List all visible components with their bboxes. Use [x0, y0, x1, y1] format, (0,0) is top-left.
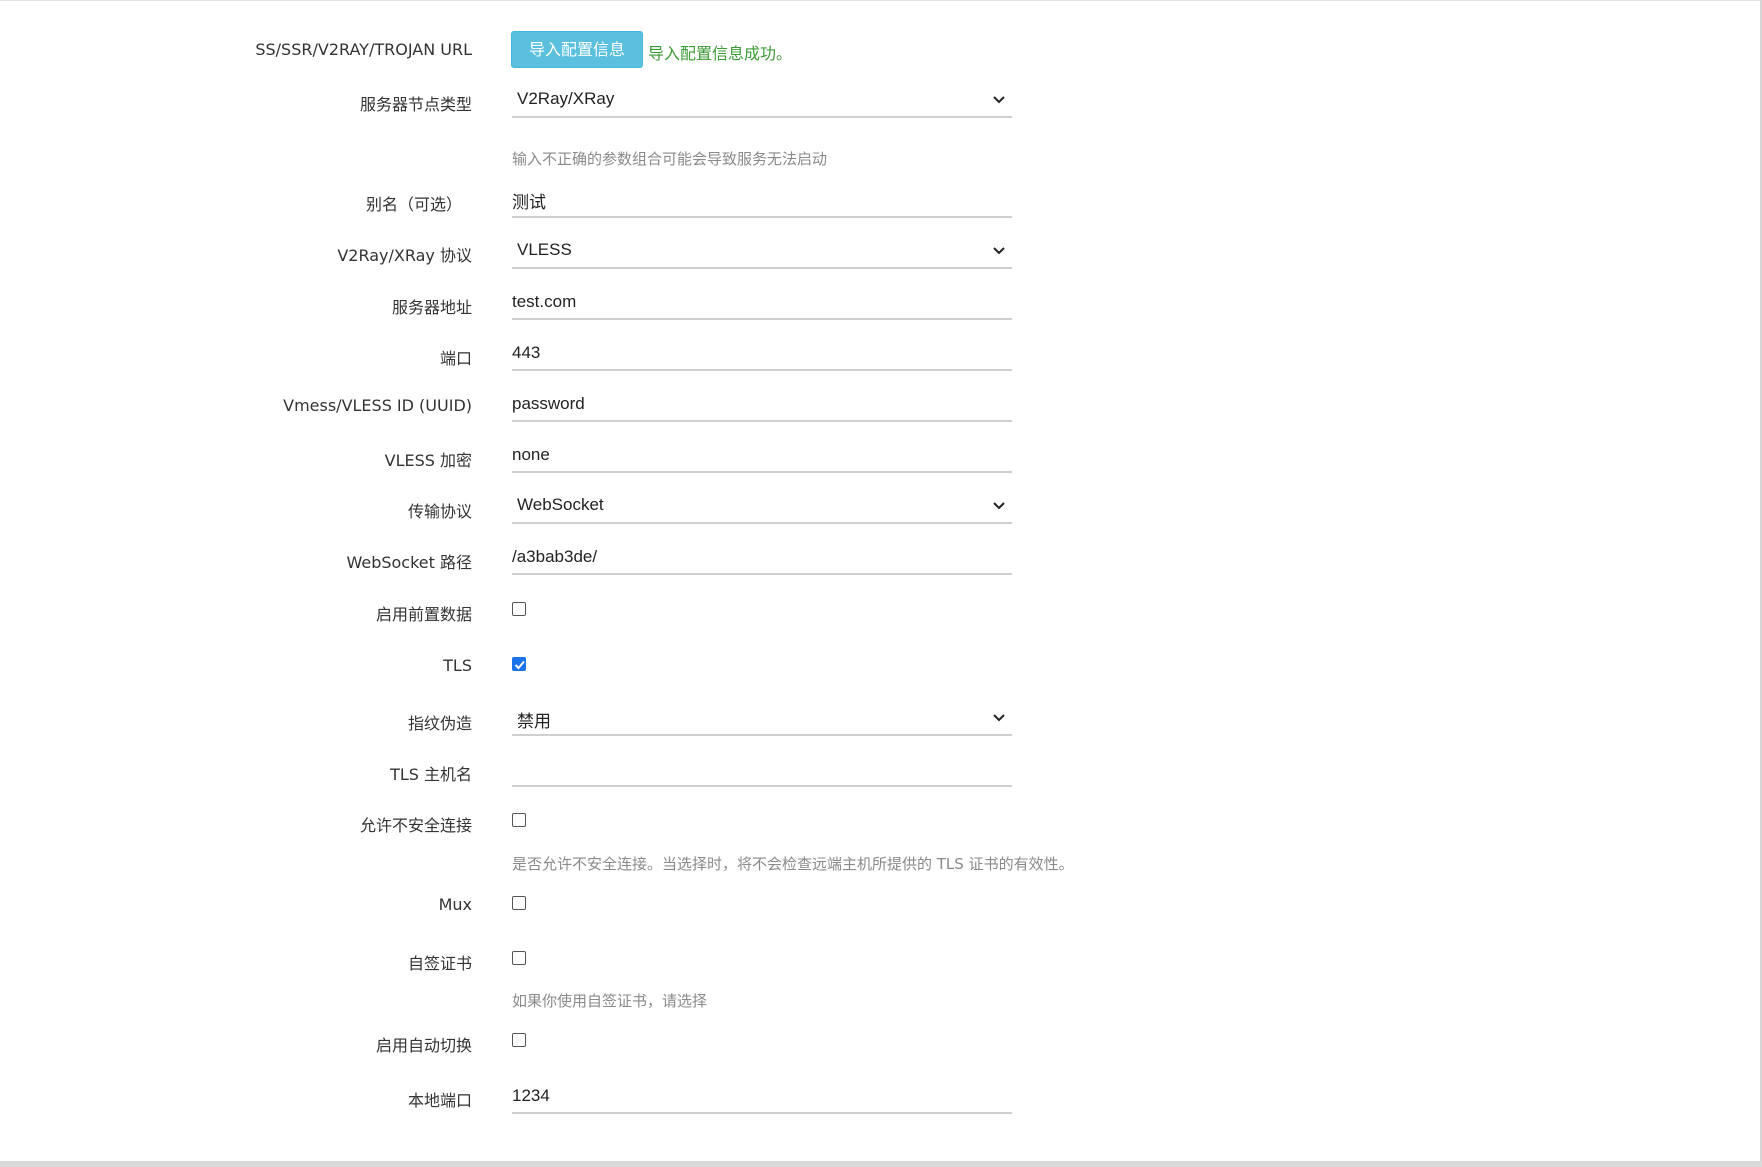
tls-host-field[interactable]: [512, 753, 1012, 787]
server-type-label: 服务器节点类型: [359, 95, 472, 114]
page-top-border: [0, 0, 1762, 1]
server-type-value: V2Ray/XRay: [517, 89, 615, 108]
tls-host-label: TLS 主机名: [390, 765, 472, 784]
tls-checkbox[interactable]: [512, 657, 526, 671]
local-port-input[interactable]: [512, 1080, 1012, 1112]
self-signed-label: 自签证书: [407, 954, 472, 973]
protocol-select[interactable]: VLESS: [512, 235, 1012, 269]
ws-path-label: WebSocket 路径: [346, 553, 472, 572]
auto-switch-checkbox[interactable]: [512, 1033, 526, 1047]
tls-label: TLS: [443, 656, 472, 675]
server-label: 服务器地址: [391, 298, 472, 317]
port-input[interactable]: [512, 337, 1012, 369]
chevron-down-icon: [993, 714, 1005, 722]
early-data-label: 启用前置数据: [375, 605, 472, 624]
self-signed-checkbox[interactable]: [512, 951, 526, 965]
local-port-label: 本地端口: [407, 1091, 472, 1110]
insecure-checkbox[interactable]: [512, 813, 526, 827]
transport-value: WebSocket: [517, 495, 604, 514]
port-label: 端口: [439, 349, 472, 368]
alias-label: 别名（可选）: [365, 195, 462, 214]
import-success-message: 导入配置信息成功。: [648, 44, 793, 63]
uuid-label: Vmess/VLESS ID (UUID): [283, 396, 472, 415]
vless-encryption-input[interactable]: [512, 439, 1012, 471]
port-field[interactable]: [512, 337, 1012, 371]
ws-path-field[interactable]: [512, 541, 1012, 575]
ws-path-input[interactable]: [512, 541, 1012, 573]
alias-field[interactable]: [512, 184, 1012, 218]
fingerprint-label: 指纹伪造: [407, 714, 472, 733]
mux-label: Mux: [438, 895, 472, 914]
vless-encryption-label: VLESS 加密: [384, 451, 472, 470]
transport-select[interactable]: WebSocket: [512, 490, 1012, 524]
page-bottom-border: [0, 1161, 1762, 1167]
self-signed-hint: 如果你使用自签证书，请选择: [512, 992, 708, 1010]
local-port-field[interactable]: [512, 1080, 1012, 1114]
fingerprint-select[interactable]: 禁用: [512, 702, 1012, 736]
protocol-value: VLESS: [517, 240, 572, 259]
server-field[interactable]: [512, 286, 1012, 320]
server-type-hint: 输入不正确的参数组合可能会导致服务无法启动: [512, 150, 828, 168]
mux-checkbox[interactable]: [512, 896, 526, 910]
transport-label: 传输协议: [407, 502, 472, 521]
server-input[interactable]: [512, 286, 1012, 318]
fingerprint-value: 禁用: [517, 712, 551, 731]
check-icon: [514, 660, 525, 670]
uuid-input[interactable]: [512, 388, 1012, 420]
uuid-field[interactable]: [512, 388, 1012, 422]
import-url-label: SS/SSR/V2RAY/TROJAN URL: [255, 40, 472, 59]
insecure-label: 允许不安全连接: [359, 816, 472, 835]
tls-host-input[interactable]: [512, 753, 1012, 785]
chevron-down-icon: [993, 502, 1005, 510]
insecure-hint: 是否允许不安全连接。当选择时，将不会检查远端主机所提供的 TLS 证书的有效性。: [512, 855, 1074, 873]
alias-input[interactable]: [512, 184, 1012, 216]
auto-switch-label: 启用自动切换: [375, 1036, 472, 1055]
vless-encryption-field[interactable]: [512, 439, 1012, 473]
chevron-down-icon: [993, 247, 1005, 255]
early-data-checkbox[interactable]: [512, 602, 526, 616]
protocol-label: V2Ray/XRay 协议: [337, 246, 472, 265]
server-type-select[interactable]: V2Ray/XRay: [512, 84, 1012, 118]
import-config-button[interactable]: 导入配置信息: [511, 31, 643, 68]
chevron-down-icon: [993, 96, 1005, 104]
